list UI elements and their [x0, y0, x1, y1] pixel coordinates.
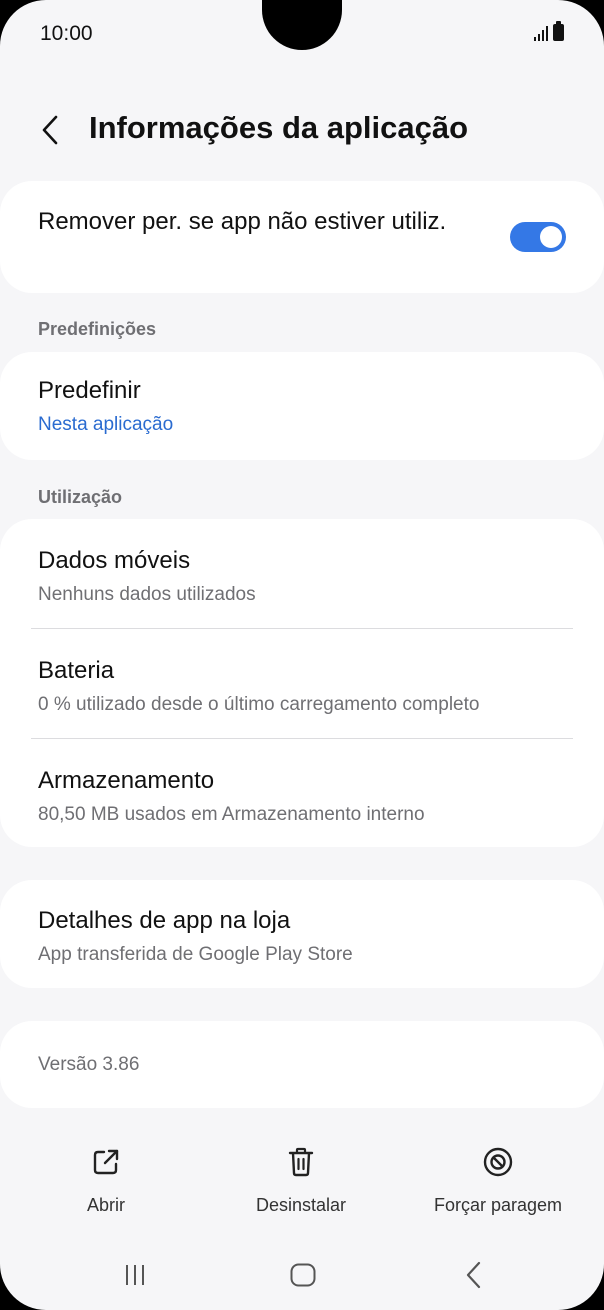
defaults-row[interactable]: Predefinir Nesta aplicação: [38, 377, 574, 436]
camera-notch: [262, 0, 342, 50]
section-label-defaults: Predefinições: [38, 319, 157, 339]
remove-permissions-card[interactable]: Remover per. se app não estiver utiliz.: [0, 181, 604, 293]
store-details-card: Detalhes de app na loja App transferida …: [0, 880, 604, 988]
signal-icon: [534, 25, 548, 41]
status-time: 10:00: [40, 22, 93, 45]
store-details-row[interactable]: Detalhes de app na loja App transferida …: [38, 907, 574, 966]
chevron-left-icon: [42, 115, 58, 145]
divider: [31, 738, 573, 739]
external-link-icon: [89, 1145, 123, 1179]
back-nav-button[interactable]: [444, 1258, 504, 1292]
remove-permissions-label: Remover per. se app não estiver utiliz.: [38, 208, 447, 235]
trash-icon: [284, 1145, 318, 1179]
uninstall-button[interactable]: Desinstalar: [201, 1145, 401, 1216]
home-button[interactable]: [273, 1258, 333, 1292]
open-button[interactable]: Abrir: [6, 1145, 206, 1216]
defaults-subtitle: Nesta aplicação: [38, 414, 174, 435]
recent-apps-button[interactable]: [105, 1258, 165, 1292]
mobile-data-row[interactable]: Dados móveis Nenhuns dados utilizados: [38, 547, 574, 606]
version-row: Versão 3.86: [38, 1054, 574, 1076]
version-card: Versão 3.86: [0, 1021, 604, 1108]
defaults-title: Predefinir: [38, 377, 141, 404]
section-label-usage: Utilização: [38, 487, 123, 507]
app-info-screen: 10:00 Informações da aplicação Remover p…: [0, 0, 604, 1310]
recent-apps-icon: [126, 1265, 144, 1285]
storage-row[interactable]: Armazenamento 80,50 MB usados em Armazen…: [38, 767, 574, 826]
version-text: Versão 3.86: [38, 1054, 140, 1075]
uninstall-label: Desinstalar: [255, 1195, 347, 1215]
battery-icon: [553, 21, 564, 41]
status-icons: [534, 21, 564, 41]
block-icon: [481, 1145, 515, 1179]
toggle-knob: [540, 226, 562, 248]
storage-subtitle: 80,50 MB usados em Armazenamento interno: [38, 804, 425, 825]
battery-row[interactable]: Bateria 0 % utilizado desde o último car…: [38, 657, 574, 716]
storage-title: Armazenamento: [38, 767, 215, 794]
back-button[interactable]: [30, 108, 70, 152]
usage-card: Dados móveis Nenhuns dados utilizados Ba…: [0, 519, 604, 847]
home-icon: [290, 1263, 316, 1287]
navigation-bar: [0, 1250, 604, 1300]
bottom-actions: Abrir Desinstalar Forçar paragem: [0, 1145, 604, 1235]
battery-title: Bateria: [38, 657, 115, 684]
force-stop-button[interactable]: Forçar paragem: [398, 1145, 598, 1216]
defaults-card: Predefinir Nesta aplicação: [0, 352, 604, 460]
store-details-subtitle: App transferida de Google Play Store: [38, 944, 353, 965]
force-stop-label: Forçar paragem: [433, 1195, 563, 1215]
app-bar: Informações da aplicação: [0, 100, 604, 160]
page-title: Informações da aplicação: [89, 110, 469, 145]
open-label: Abrir: [86, 1195, 125, 1215]
remove-permissions-toggle[interactable]: [510, 222, 566, 252]
remove-permissions-row: Remover per. se app não estiver utiliz.: [38, 203, 474, 240]
back-icon: [466, 1261, 481, 1289]
battery-subtitle: 0 % utilizado desde o último carregament…: [38, 694, 480, 715]
mobile-data-title: Dados móveis: [38, 547, 191, 574]
divider: [31, 628, 573, 629]
mobile-data-subtitle: Nenhuns dados utilizados: [38, 584, 256, 605]
store-details-title: Detalhes de app na loja: [38, 907, 291, 934]
